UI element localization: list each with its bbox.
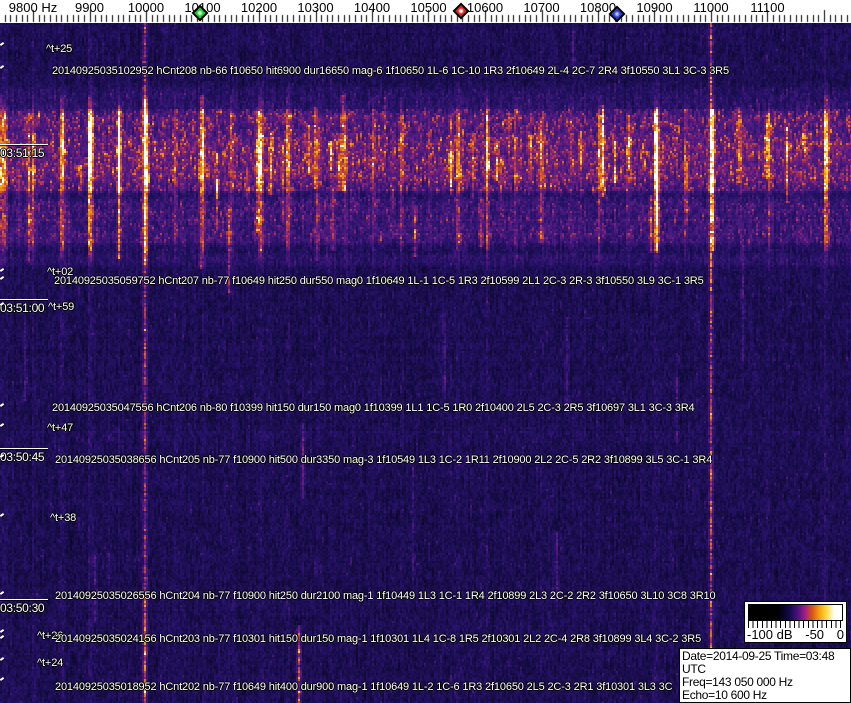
detection-line: 20140925035047556 hCnt206 nb-80 f10399 h… (52, 402, 695, 414)
spectrogram-app-window: 9800 Hz990010000101001020010300104001050… (0, 0, 851, 703)
frequency-ruler: 9800 Hz990010000101001020010300104001050… (0, 0, 851, 23)
time-annotation: ^t+47 (47, 422, 74, 434)
freq-tick-label: 9800 Hz (8, 0, 58, 15)
freq-tick-label: 11100 (750, 0, 785, 15)
intensity-colorbar: -100 dB -50 0 (744, 601, 847, 643)
freq-tick-label: 10300 (297, 0, 334, 15)
time-annotation: ^t+38 (50, 512, 77, 524)
freq-tick-label: 9900 (75, 0, 104, 15)
freq-tick-label: 10900 (636, 0, 673, 15)
info-box-line: Date=2014-09-25 Time=03:48 UTC (682, 649, 835, 676)
time-tick-label: 03:50:45 (0, 448, 49, 464)
detection-line: 20140925035026556 hCnt204 nb-77 f10900 h… (55, 590, 716, 602)
detection-line: 20140925035059752 hCnt207 nb-77 f10649 h… (54, 275, 704, 287)
freq-tick-label: 10200 (240, 0, 278, 15)
freq-tick-label: 11000 (693, 0, 729, 15)
time-tick-label: 03:50:30 (0, 599, 49, 615)
freq-tick-label: 10500 (410, 0, 447, 15)
colorbar-gradient (748, 604, 843, 621)
time-tick-label: 03:51:00 (0, 299, 49, 315)
freq-tick-label: 10700 (523, 0, 560, 15)
time-annotation: ^t+24 (37, 657, 64, 669)
colorbar-label-min: -100 dB (747, 627, 793, 642)
detection-line: 20140925035038656 hCnt205 nb-77 f10900 h… (55, 454, 713, 466)
freq-tick-label: 10400 (353, 0, 391, 15)
detection-line: 20140925035018952 hCnt202 nb-77 f10649 h… (55, 681, 673, 693)
time-annotation: ^t+25 (46, 43, 73, 55)
colorbar-label-mid: -50 (805, 627, 825, 642)
time-tick-label: 03:51:15 (0, 144, 49, 160)
detection-line: 20140925035102952 hCnt208 nb-66 f10650 h… (52, 65, 729, 77)
colorbar-labels: -100 dB -50 0 (745, 628, 846, 642)
info-box: Date=2014-09-25 Time=03:48 UTC Freq=143 0… (679, 648, 851, 703)
freq-tick-label: 10600 (466, 0, 504, 15)
time-annotation: ^t+59 (48, 301, 75, 313)
freq-tick-label: 10000 (127, 0, 165, 15)
colorbar-label-max: 0 (836, 627, 844, 642)
detection-line: 20140925035024156 hCnt203 nb-77 f10301 h… (55, 633, 702, 645)
